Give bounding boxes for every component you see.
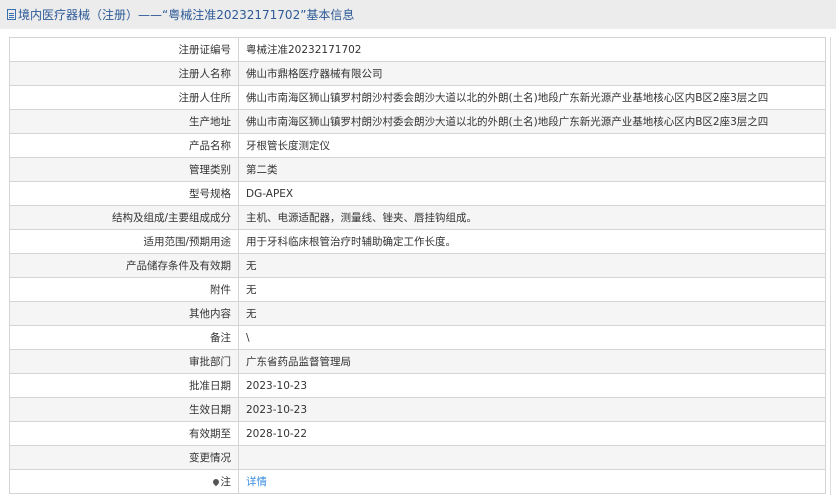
field-value: DG-APEX	[238, 181, 826, 206]
table-row: 产品储存条件及有效期无	[9, 253, 826, 278]
field-value: 用于牙科临床根管治疗时辅助确定工作长度。	[238, 229, 826, 254]
table-row: 变更情况	[9, 445, 826, 470]
field-label: 批准日期	[9, 373, 239, 398]
table-row: 备注 \	[9, 325, 826, 350]
table-row: 结构及组成/主要组成成分 主机、电源适配器，测量线、锉夹、唇挂钩组成。	[9, 205, 826, 230]
table-row: 生产地址 佛山市南海区狮山镇罗村朗沙村委会朗沙大道以北的外朗(土名)地段广东新光源…	[9, 109, 826, 134]
field-label: 适用范围/预期用途	[9, 229, 239, 254]
table-row: 注册人名称 佛山市鼎格医疗器械有限公司	[9, 61, 826, 86]
field-value: 广东省药品监督管理局	[238, 349, 826, 374]
note-label: 注	[220, 476, 232, 488]
field-label: 生产地址	[9, 109, 239, 134]
note-label-cell: 注	[9, 469, 239, 494]
field-label: 附件	[9, 277, 239, 302]
field-value: 粤械注准20232171702	[238, 37, 826, 62]
table-row-note: 注 详情	[9, 469, 826, 494]
field-label: 产品名称	[9, 133, 239, 158]
field-label: 备注	[9, 325, 239, 350]
field-label: 其他内容	[9, 301, 239, 326]
field-value: 无	[238, 253, 826, 278]
field-value: 佛山市鼎格医疗器械有限公司	[238, 61, 826, 86]
field-label: 注册证编号	[9, 37, 239, 62]
table-row: 产品名称 牙根管长度测定仪	[9, 133, 826, 158]
field-value: 2023-10-23	[238, 373, 826, 398]
details-link[interactable]: 详情	[246, 476, 267, 488]
field-value: 第二类	[238, 157, 826, 182]
pin-icon	[211, 477, 220, 487]
field-label: 注册人名称	[9, 61, 239, 86]
table-row: 附件无	[9, 277, 826, 302]
table-row: 型号规格 DG-APEX	[9, 181, 826, 206]
field-label: 审批部门	[9, 349, 239, 374]
info-table: 注册证编号 粤械注准20232171702 注册人名称 佛山市鼎格医疗器械有限公司 注册…	[9, 37, 826, 494]
field-label: 产品储存条件及有效期	[9, 253, 239, 278]
note-value: 详情	[238, 469, 826, 494]
table-row: 注册证编号 粤械注准20232171702	[9, 37, 826, 62]
table-row: 适用范围/预期用途 用于牙科临床根管治疗时辅助确定工作长度。	[9, 229, 826, 254]
field-value: 无	[238, 277, 826, 302]
field-label: 管理类别	[9, 157, 239, 182]
table-row: 有效期至 2028-10-22	[9, 421, 826, 446]
field-value: 牙根管长度测定仪	[238, 133, 826, 158]
field-label: 型号规格	[9, 181, 239, 206]
table-row: 生效日期 2023-10-23	[9, 397, 826, 422]
right-border	[830, 37, 831, 495]
field-value: 无	[238, 301, 826, 326]
document-icon	[7, 9, 16, 20]
field-label: 生效日期	[9, 397, 239, 422]
field-label: 注册人住所	[9, 85, 239, 110]
table-row: 其他内容无	[9, 301, 826, 326]
field-value: \	[238, 325, 826, 350]
table-row: 批准日期 2023-10-23	[9, 373, 826, 398]
table-row: 审批部门 广东省药品监督管理局	[9, 349, 826, 374]
field-value: 2028-10-22	[238, 421, 826, 446]
field-label: 结构及组成/主要组成成分	[9, 205, 239, 230]
table-row: 注册人住所 佛山市南海区狮山镇罗村朗沙村委会朗沙大道以北的外朗(土名)地段广东新光…	[9, 85, 826, 110]
table-row: 管理类别 第二类	[9, 157, 826, 182]
field-value: 佛山市南海区狮山镇罗村朗沙村委会朗沙大道以北的外朗(土名)地段广东新光源产业基地…	[238, 85, 826, 110]
field-value: 主机、电源适配器，测量线、锉夹、唇挂钩组成。	[238, 205, 826, 230]
page-header: 境内医疗器械（注册）——“粤械注准20232171702”基本信息	[0, 0, 836, 29]
field-value: 佛山市南海区狮山镇罗村朗沙村委会朗沙大道以北的外朗(土名)地段广东新光源产业基地…	[238, 109, 826, 134]
field-label: 有效期至	[9, 421, 239, 446]
page-title: 境内医疗器械（注册）——“粤械注准20232171702”基本信息	[18, 8, 355, 22]
field-value	[238, 445, 826, 470]
field-label: 变更情况	[9, 445, 239, 470]
field-value: 2023-10-23	[238, 397, 826, 422]
